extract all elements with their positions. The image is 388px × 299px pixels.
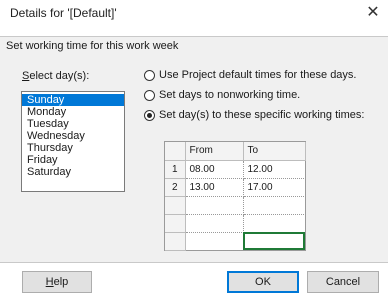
grid-header-from[interactable]: From (185, 142, 244, 161)
dialog-title: Details for '[Default]' (10, 6, 117, 20)
table-row (165, 196, 306, 215)
cancel-button[interactable]: Cancel (307, 271, 379, 293)
table-row: 1 08.00 12.00 (165, 160, 306, 179)
grid-header-to[interactable]: To (243, 142, 306, 161)
day-item-sunday[interactable]: Sunday (22, 94, 124, 106)
to-cell[interactable] (243, 196, 306, 215)
days-listbox[interactable]: Sunday Monday Tuesday Wednesday Thursday… (21, 91, 125, 192)
row-number: 1 (165, 160, 186, 179)
table-row (165, 232, 306, 251)
working-times-grid[interactable]: From To 1 08.00 12.00 2 13.00 17.00 (164, 141, 306, 251)
from-cell[interactable] (185, 232, 244, 251)
close-icon[interactable]: ✕ (362, 2, 384, 22)
row-number (165, 214, 186, 233)
option-nonworking[interactable]: Set days to nonworking time. (144, 89, 300, 101)
row-number: 2 (165, 178, 186, 197)
option-nonworking-label: Set days to nonworking time. (159, 89, 301, 101)
to-cell-active[interactable] (243, 232, 306, 251)
from-cell[interactable] (185, 214, 244, 233)
day-item-friday[interactable]: Friday (22, 154, 124, 166)
to-cell[interactable] (243, 214, 306, 233)
option-default-times-label: Use Project default times for these days… (159, 69, 357, 81)
day-item-thursday[interactable]: Thursday (22, 142, 124, 154)
radio-specific-times[interactable] (144, 109, 155, 121)
radio-nonworking[interactable] (144, 89, 155, 101)
to-cell[interactable]: 12.00 (243, 160, 306, 179)
row-number (165, 196, 186, 215)
option-default-times[interactable]: Use Project default times for these days… (144, 69, 356, 81)
help-button[interactable]: Help (22, 271, 92, 293)
day-item-wednesday[interactable]: Wednesday (22, 130, 124, 142)
table-row (165, 214, 306, 233)
ok-button[interactable]: OK (227, 271, 299, 293)
radio-default-times[interactable] (144, 69, 155, 81)
grid-header-row: From To (165, 142, 306, 161)
row-number (165, 232, 186, 251)
table-row: 2 13.00 17.00 (165, 178, 306, 197)
from-cell[interactable]: 13.00 (185, 178, 244, 197)
option-specific-times-label: Set day(s) to these specific working tim… (159, 109, 365, 121)
section-heading: Set working time for this work week (6, 40, 179, 52)
option-specific-times[interactable]: Set day(s) to these specific working tim… (144, 109, 364, 121)
day-item-saturday[interactable]: Saturday (22, 166, 124, 178)
from-cell[interactable]: 08.00 (185, 160, 244, 179)
day-item-monday[interactable]: Monday (22, 106, 124, 118)
grid-corner (165, 142, 186, 161)
to-cell[interactable]: 17.00 (243, 178, 306, 197)
from-cell[interactable] (185, 196, 244, 215)
day-item-tuesday[interactable]: Tuesday (22, 118, 124, 130)
select-days-label: Select day(s): (22, 70, 90, 82)
